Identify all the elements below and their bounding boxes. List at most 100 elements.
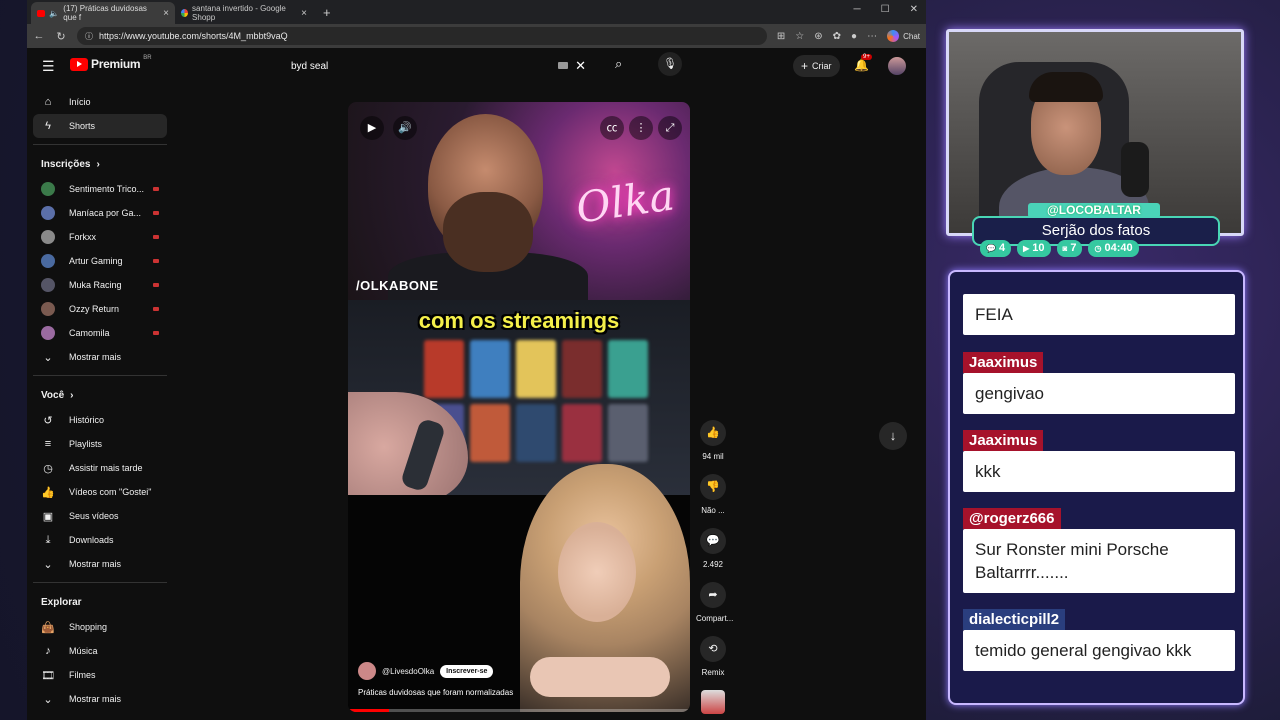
chat-text: gengivao — [963, 373, 1235, 414]
thumbs-up-icon: 👍 — [41, 486, 55, 499]
chat-username: Jaaximus — [963, 352, 1044, 373]
clear-search-icon[interactable]: ✕ — [575, 58, 586, 74]
search-icon[interactable]: ⌕ — [615, 56, 622, 72]
youtube-logo[interactable]: Premium BR — [70, 55, 152, 71]
browser-window: 🔈 (17) Práticas duvidosas que f × santan… — [27, 0, 926, 720]
sidebar-item-subscription[interactable]: Artur Gaming — [33, 249, 167, 273]
streamer-handle: @LOCOBALTAR — [1028, 203, 1160, 218]
url-field[interactable]: ⓘ https://www.youtube.com/shorts/4M_mbbt… — [77, 27, 767, 45]
minimize-icon[interactable]: ─ — [854, 4, 861, 15]
divider — [33, 144, 167, 145]
notifications-icon[interactable]: 🔔 9+ — [854, 54, 872, 72]
search-input[interactable]: byd seal ✕ — [281, 51, 606, 81]
volume-icon[interactable]: 🔊 — [393, 116, 417, 140]
maximize-icon[interactable]: ☐ — [881, 4, 890, 15]
sidebar-item-shorts[interactable]: ϟ Shorts — [33, 114, 167, 138]
share-label: Compart... — [696, 614, 734, 623]
sidebar-item-history[interactable]: ↺ Histórico — [33, 408, 167, 432]
apps-icon[interactable]: ⊞ — [777, 31, 785, 42]
short-title[interactable]: Práticas duvidosas que foram normalizada… — [358, 688, 513, 697]
more-menu-icon[interactable]: ⋯ — [867, 31, 877, 42]
plus-icon: + — [801, 59, 809, 73]
keyboard-icon[interactable] — [558, 62, 568, 69]
copilot-icon — [887, 30, 900, 42]
sidebar-item-downloads[interactable]: ⤓ Downloads — [33, 528, 167, 552]
tab-google-shopping[interactable]: santana invertido - Google Shopp × — [175, 2, 313, 24]
close-tab-icon[interactable]: × — [163, 8, 169, 19]
captions-icon[interactable]: ㏄ — [600, 116, 624, 140]
menu-icon[interactable]: ☰ — [42, 58, 55, 75]
dislike-action: 👎 Não ... — [696, 474, 730, 515]
next-short-button[interactable]: ↓ — [879, 422, 907, 450]
chat-username: dialecticpill2 — [963, 609, 1066, 630]
share-button[interactable]: ➦ — [700, 582, 726, 608]
microphone-icon[interactable]: 🎙 — [658, 52, 682, 76]
sidebar-item-label: Histórico — [69, 415, 105, 425]
share-action: ➦ Compart... — [696, 582, 734, 623]
fullscreen-icon[interactable]: ⤢ — [658, 116, 682, 140]
sidebar-item-subscription[interactable]: Camomila — [33, 321, 167, 345]
sidebar-item-subscription[interactable]: Sentimento Trico... — [33, 177, 167, 201]
profile-icon[interactable]: ● — [851, 31, 857, 42]
back-icon[interactable]: ← — [33, 30, 45, 42]
microphone-icon — [1121, 142, 1149, 197]
reload-icon[interactable]: ↻ — [55, 30, 67, 43]
favorite-star-icon[interactable]: ☆ — [795, 31, 804, 42]
progress-bar[interactable] — [348, 709, 690, 712]
puzzle-icon[interactable]: ✿ — [833, 31, 841, 42]
section-heading-label: Inscrições — [41, 158, 91, 170]
audio-icon[interactable]: 🔈 — [49, 9, 59, 18]
channel-row: @LivesdoOlka Inscrever-se — [358, 662, 494, 680]
sidebar-item-liked[interactable]: 👍 Vídeos com "Gostei" — [33, 480, 167, 504]
sidebar-item-subscription[interactable]: Muka Racing — [33, 273, 167, 297]
divider — [33, 582, 167, 583]
close-window-icon[interactable]: ✕ — [910, 4, 918, 15]
channel-avatar[interactable] — [358, 662, 376, 680]
channel-avatar — [41, 326, 55, 340]
sidebar-item-subscription[interactable]: Maníaca por Ga... — [33, 201, 167, 225]
new-tab-button[interactable]: + — [313, 2, 341, 24]
chat-message: FEIA — [963, 294, 1235, 335]
sidebar-item-home[interactable]: ⌂ Início — [33, 90, 167, 114]
show-more-subscriptions[interactable]: ⌄ Mostrar mais — [33, 345, 167, 369]
show-more-you[interactable]: ⌄ Mostrar mais — [33, 552, 167, 576]
show-more-explore[interactable]: ⌄ Mostrar mais — [33, 687, 167, 711]
chat-label: Chat — [903, 31, 920, 41]
like-button[interactable]: 👍 — [700, 420, 726, 446]
live-indicator — [153, 331, 159, 335]
site-info-icon[interactable]: ⓘ — [85, 31, 93, 42]
more-options-icon[interactable]: ⋮ — [629, 116, 653, 140]
sidebar-item-movies[interactable]: 🎞 Filmes — [33, 663, 167, 687]
create-button[interactable]: + Criar — [793, 55, 840, 77]
close-tab-icon[interactable]: × — [301, 8, 307, 19]
sound-thumbnail[interactable] — [701, 690, 725, 714]
avatar[interactable] — [888, 57, 906, 75]
shorts-player[interactable]: Olka /OLKABONE ▶ 🔊 ㏄ ⋮ ⤢ com os streamin… — [348, 102, 690, 712]
explore-heading: Explorar — [33, 589, 167, 615]
channel-name[interactable]: @LivesdoOlka — [382, 667, 434, 676]
sidebar-item-label: Playlists — [69, 439, 103, 449]
sidebar-item-music[interactable]: ♪ Música — [33, 639, 167, 663]
sidebar-item-label: Mostrar mais — [69, 352, 122, 362]
stat-value: 04:40 — [1104, 242, 1133, 254]
section-heading-label: Você — [41, 389, 65, 401]
play-icon[interactable]: ▶ — [360, 116, 384, 140]
logo-text: Premium — [91, 57, 141, 71]
tab-youtube-short[interactable]: 🔈 (17) Práticas duvidosas que f × — [31, 2, 175, 24]
sidebar-item-label: Camomila — [69, 328, 110, 338]
sidebar-item-playlists[interactable]: ≡ Playlists — [33, 432, 167, 456]
sidebar-item-subscription[interactable]: Ozzy Return — [33, 297, 167, 321]
sidebar-item-your-videos[interactable]: ▣ Seus vídeos — [33, 504, 167, 528]
remix-button[interactable]: ⟲ — [700, 636, 726, 662]
comments-button[interactable]: 💬 — [700, 528, 726, 554]
dislike-button[interactable]: 👎 — [700, 474, 726, 500]
extension-icon[interactable]: ⊛ — [814, 31, 822, 42]
subscriptions-heading[interactable]: Inscrições › — [33, 151, 167, 177]
subscribe-button[interactable]: Inscrever-se — [440, 664, 494, 678]
sidebar-item-watch-later[interactable]: ◷ Assistir mais tarde — [33, 456, 167, 480]
sidebar-item-shopping[interactable]: 👜 Shopping — [33, 615, 167, 639]
sidebar-item-subscription[interactable]: Forkxx — [33, 225, 167, 249]
copilot-chat-button[interactable]: Chat — [887, 30, 920, 42]
stream-chat-panel: FEIA Jaaximus gengivao Jaaximus kkk @rog… — [948, 270, 1245, 705]
you-heading[interactable]: Você › — [33, 382, 167, 408]
